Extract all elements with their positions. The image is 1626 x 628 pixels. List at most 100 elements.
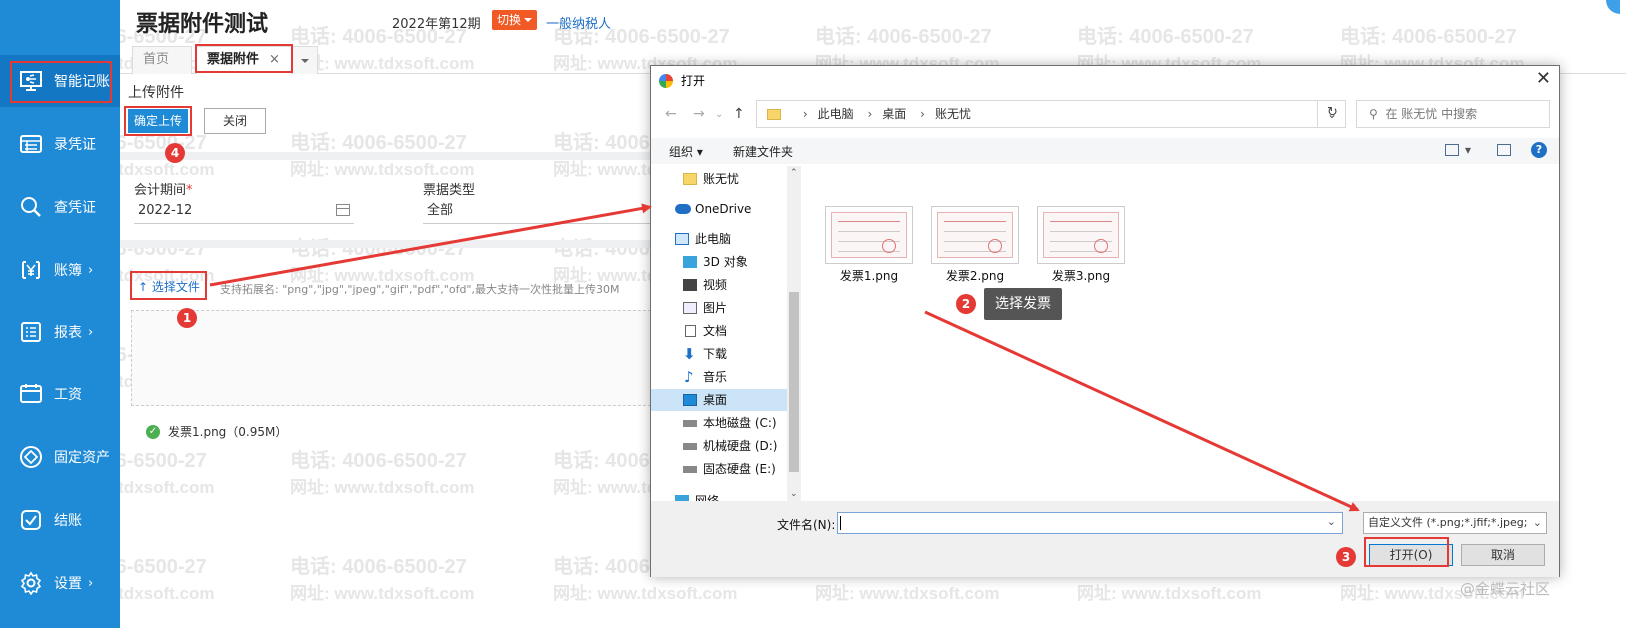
refresh-icon[interactable]: ↻ — [1317, 100, 1347, 128]
download-icon: ⬇ — [683, 345, 696, 363]
smart-accounting-icon — [18, 68, 44, 94]
filename-input[interactable]: ⌄ — [837, 512, 1343, 534]
navigation-pane: 账无忧 OneDrive 此电脑 3D 对象 视频 图片 文档 ⬇ 下载 ♪ 音… — [651, 166, 801, 501]
file-list: 发票1.png 发票2.png 发票3.png — [803, 166, 1559, 501]
watermark-site: 网址: www.tdxsoft.com — [290, 584, 475, 603]
watermark-phone: 电话: 4006-6500-27 — [290, 556, 467, 578]
nav-item-network[interactable]: 网络 — [651, 490, 787, 501]
back-arrow-icon[interactable]: ← — [665, 106, 677, 122]
sidebar-item-settings[interactable]: 设置 › — [0, 557, 120, 609]
cancel-button[interactable]: 取消 — [1461, 544, 1545, 566]
scrollbar-thumb[interactable] — [789, 292, 799, 472]
chevron-down-icon[interactable]: ⌄ — [1327, 515, 1336, 528]
gear-icon — [18, 570, 44, 596]
search-icon: ⚲ — [1369, 107, 1378, 121]
invoice-thumbnail — [931, 206, 1019, 264]
nav-item-folder[interactable]: 账无忧 — [651, 168, 787, 190]
bill-type-select[interactable]: 全部 — [423, 198, 653, 224]
cloud-icon — [675, 204, 691, 214]
dialog-toolbar: 组织 ▾ 新建文件夹 ▾ ? — [651, 138, 1559, 164]
address-row: ← → ⌄ ↑ › 此电脑 › 桌面 › 账无忧 ⌄ ↻ ⚲ 在 账无忧 中搜索 — [651, 100, 1559, 130]
close-icon[interactable]: × — [269, 52, 280, 67]
folder-icon — [767, 109, 781, 120]
desktop-icon — [683, 394, 697, 406]
view-mode-icon[interactable] — [1445, 144, 1459, 156]
invoice-thumbnail — [825, 206, 913, 264]
recent-dropdown-icon[interactable]: ⌄ — [715, 109, 723, 120]
forward-arrow-icon[interactable]: → — [693, 106, 705, 122]
chevron-down-icon[interactable]: ▾ — [1465, 143, 1471, 157]
drive-icon — [683, 420, 697, 427]
sidebar-item-query-voucher[interactable]: 查凭证 — [0, 181, 120, 233]
dialog-title-bar: 打开 — [659, 72, 705, 89]
dialog-search-input[interactable]: ⚲ 在 账无忧 中搜索 — [1356, 100, 1550, 128]
yen-icon — [18, 257, 44, 283]
tab-home[interactable]: 首页 — [132, 46, 192, 74]
watermark-site: 网址: www.tdxsoft.com — [553, 584, 738, 603]
period-input[interactable]: 2022-12 — [134, 198, 354, 224]
nav-scrollbar[interactable]: ⌃ ⌄ — [787, 166, 801, 501]
nav-item-music[interactable]: ♪ 音乐 — [651, 366, 787, 388]
nav-item-drive-c[interactable]: 本地磁盘 (C:) — [651, 412, 787, 434]
brand-watermark: @金蝶云社区 — [1459, 580, 1550, 598]
picture-icon — [683, 302, 697, 314]
nav-item-desktop[interactable]: 桌面 — [651, 389, 787, 411]
drop-zone[interactable] — [131, 310, 661, 406]
organize-menu[interactable]: 组织 ▾ — [669, 143, 703, 160]
sidebar-item-salary[interactable]: 工资 — [0, 368, 120, 420]
chevron-down-icon: ⌄ — [1532, 516, 1542, 529]
new-folder-button[interactable]: 新建文件夹 — [733, 143, 793, 160]
taxpayer-type-link[interactable]: 一般纳税人 — [546, 13, 611, 32]
sidebar-item-ledger[interactable]: 账簿 › — [0, 244, 120, 296]
address-bar[interactable]: › 此电脑 › 桌面 › 账无忧 ⌄ — [756, 100, 1346, 128]
sidebar-item-voucher-entry[interactable]: 录凭证 — [0, 118, 120, 170]
search-icon — [18, 194, 44, 220]
watermark-site: 网址: www.tdxsoft.com — [290, 478, 475, 497]
tab-dropdown[interactable] — [292, 46, 318, 74]
watermark-phone: 电话: 4006-6500-27 — [290, 450, 467, 472]
sidebar: 智能记账 录凭证 查凭证 账簿 › 报表 › 工资 固定资产 结账 设置 › — [0, 0, 120, 628]
confirm-upload-button[interactable]: 确定上传 — [128, 109, 188, 133]
sidebar-item-checkout[interactable]: 结账 — [0, 494, 120, 546]
up-arrow-icon[interactable]: ↑ — [733, 106, 745, 122]
dialog-close-button[interactable]: ✕ — [1536, 68, 1551, 89]
upload-panel-title: 上传附件 — [128, 85, 184, 101]
drive-icon — [683, 443, 697, 450]
nav-item-documents[interactable]: 文档 — [651, 320, 787, 342]
sidebar-item-smart-accounting[interactable]: 智能记账 — [0, 55, 120, 107]
upload-hint: 支持拓展名: "png","jpg","jpeg","gif","pdf","o… — [220, 283, 620, 296]
folder-icon — [683, 173, 697, 185]
calendar-icon[interactable] — [336, 204, 350, 216]
invoice-thumbnail — [1037, 206, 1125, 264]
watermark-site: 网址: www.tdxsoft.com — [1077, 584, 1262, 603]
music-icon: ♪ — [684, 368, 694, 386]
accounting-period: 2022年第12期 — [392, 17, 481, 32]
checkout-icon — [18, 507, 44, 533]
tab-bill-attachment[interactable]: 票据附件 × — [196, 46, 292, 74]
video-icon — [683, 279, 697, 291]
nav-item-drive-e[interactable]: 固态硬盘 (E:) — [651, 458, 787, 480]
nav-item-pictures[interactable]: 图片 — [651, 297, 787, 319]
help-icon[interactable]: ? — [1531, 142, 1547, 158]
nav-item-this-pc[interactable]: 此电脑 — [651, 228, 787, 250]
page-title: 票据附件测试 — [136, 12, 269, 37]
sidebar-item-reports[interactable]: 报表 › — [0, 306, 120, 358]
close-button[interactable]: 关闭 — [204, 108, 266, 134]
switch-period-button[interactable]: 切换 — [492, 10, 538, 30]
file-type-select[interactable]: 自定义文件 (*.png;*.jfif;*.jpeg; ⌄ — [1363, 512, 1547, 534]
filename-label: 文件名(N): — [777, 518, 836, 532]
open-button[interactable]: 打开(O) — [1369, 544, 1453, 566]
nav-item-video[interactable]: 视频 — [651, 274, 787, 296]
preview-pane-icon[interactable] — [1497, 144, 1511, 156]
choose-file-button[interactable]: ↑ 选择文件 — [138, 278, 200, 295]
nav-item-drive-d[interactable]: 机械硬盘 (D:) — [651, 435, 787, 457]
sidebar-item-fixed-assets[interactable]: 固定资产 — [0, 431, 120, 483]
period-label: 会计期间* — [134, 183, 193, 198]
nav-item-3d[interactable]: 3D 对象 — [651, 251, 787, 273]
open-file-dialog: 打开 ✕ ← → ⌄ ↑ › 此电脑 › 桌面 › 账无忧 ⌄ ↻ ⚲ 在 账无忧 中… — [650, 65, 1560, 577]
nav-item-downloads[interactable]: ⬇ 下载 — [651, 343, 787, 365]
nav-item-onedrive[interactable]: OneDrive — [651, 198, 787, 220]
uploaded-file-item: ✓ 发票1.png （0.95M） — [146, 423, 287, 440]
divider — [120, 240, 660, 248]
check-icon: ✓ — [146, 424, 160, 439]
